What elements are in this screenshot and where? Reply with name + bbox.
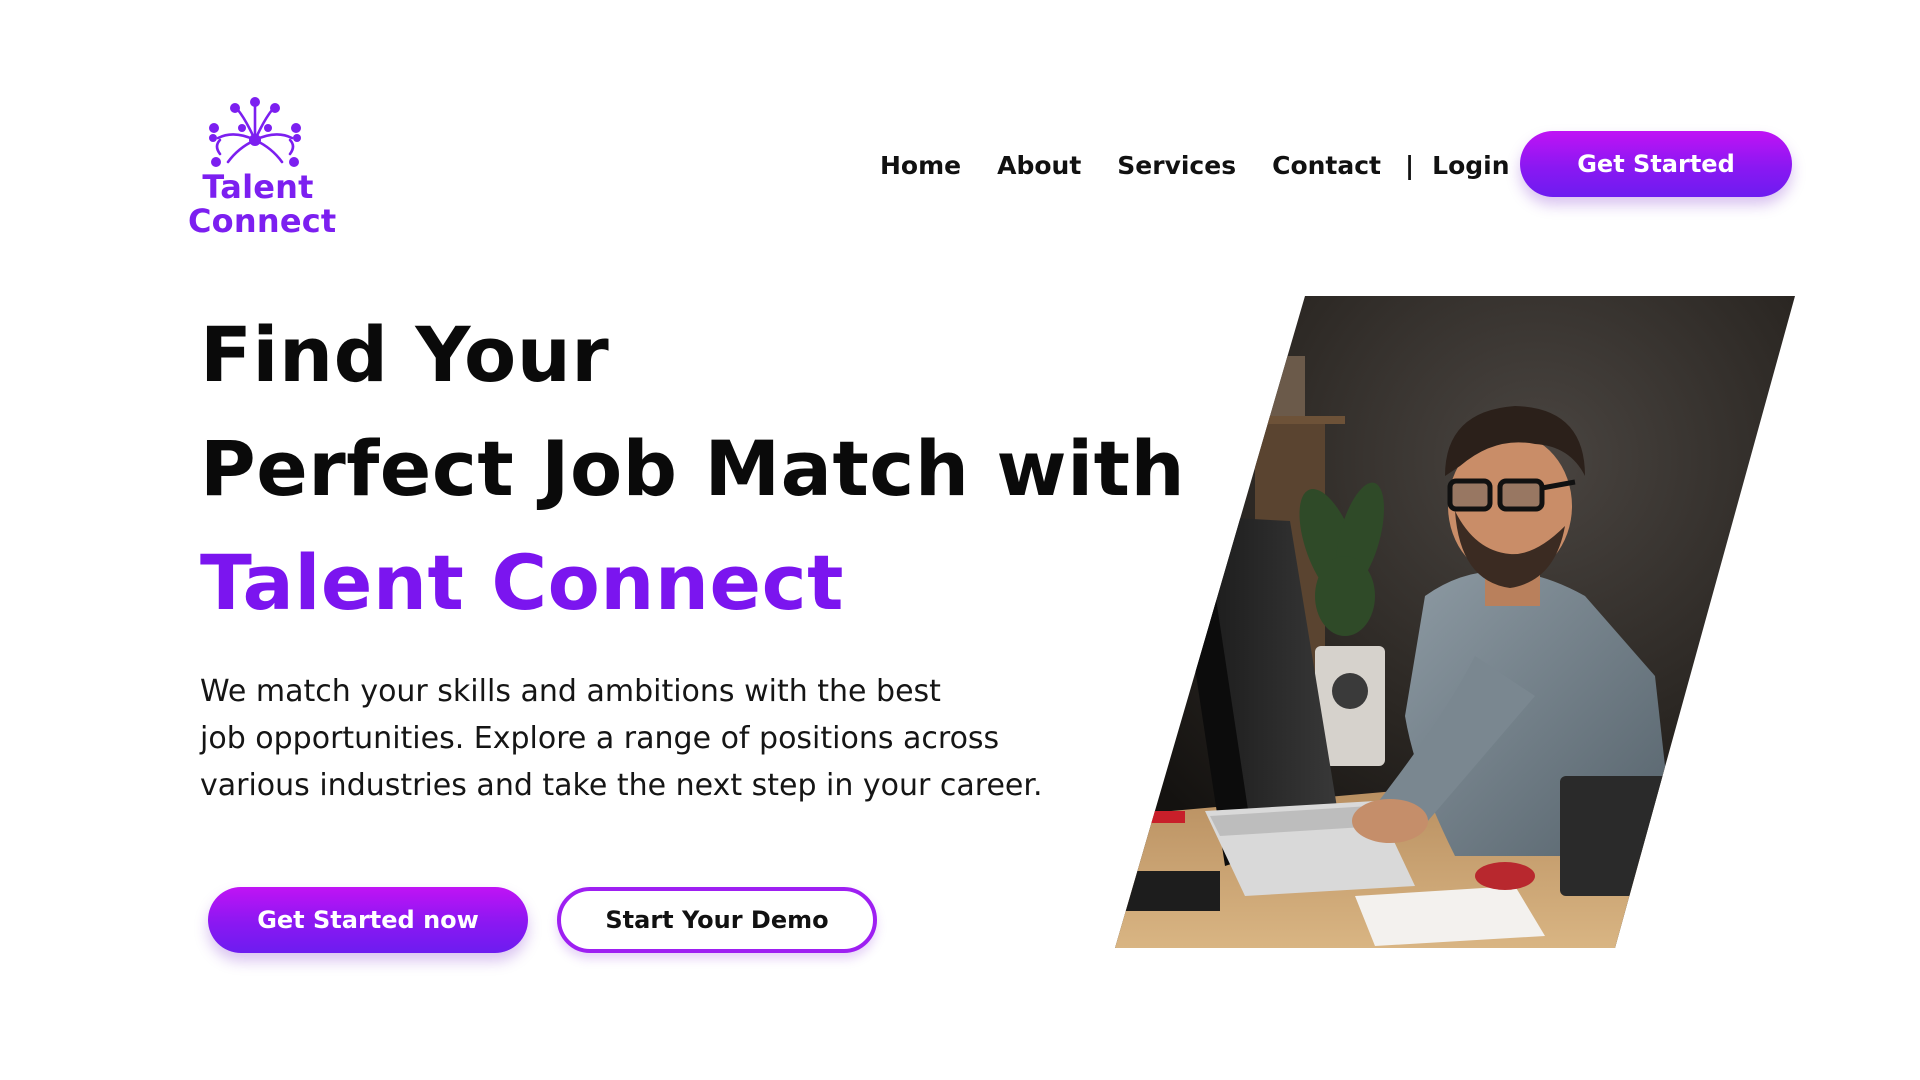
description-line-3: various industries and take the next ste…	[200, 768, 1043, 803]
nav-link-contact[interactable]: Contact	[1272, 151, 1381, 180]
get-started-now-button[interactable]: Get Started now	[208, 887, 528, 953]
headline-line-1: Find Your	[200, 310, 610, 399]
brand-name: Talent Connect	[188, 168, 337, 240]
landing-page: Talent Connect Home About Services Conta…	[0, 0, 1920, 1080]
nav-link-services[interactable]: Services	[1117, 151, 1236, 180]
get-started-button[interactable]: Get Started	[1520, 131, 1792, 197]
headline-accent: Talent Connect	[200, 538, 844, 627]
hero-photo	[1115, 296, 1795, 948]
brand-name-line2: Connect	[188, 202, 337, 240]
brand-name-line1: Talent	[202, 168, 314, 206]
nav-link-about[interactable]: About	[997, 151, 1081, 180]
nav-link-home[interactable]: Home	[880, 151, 961, 180]
hero-description: We match your skills and ambitions with …	[200, 668, 1080, 809]
network-tree-icon	[209, 97, 301, 167]
description-line-1: We match your skills and ambitions with …	[200, 674, 941, 709]
hero-headline: Find Your Perfect Job Match with Talent …	[200, 298, 1186, 640]
start-demo-button[interactable]: Start Your Demo	[557, 887, 877, 953]
description-line-2: job opportunities. Explore a range of po…	[200, 721, 1000, 756]
headline-line-2: Perfect Job Match with	[200, 424, 1186, 513]
login-link[interactable]: Login	[1432, 151, 1509, 180]
main-nav: Home About Services Contact | Login	[880, 148, 1510, 182]
nav-separator: |	[1405, 150, 1415, 180]
brand-logo[interactable]: Talent Connect	[188, 96, 337, 246]
